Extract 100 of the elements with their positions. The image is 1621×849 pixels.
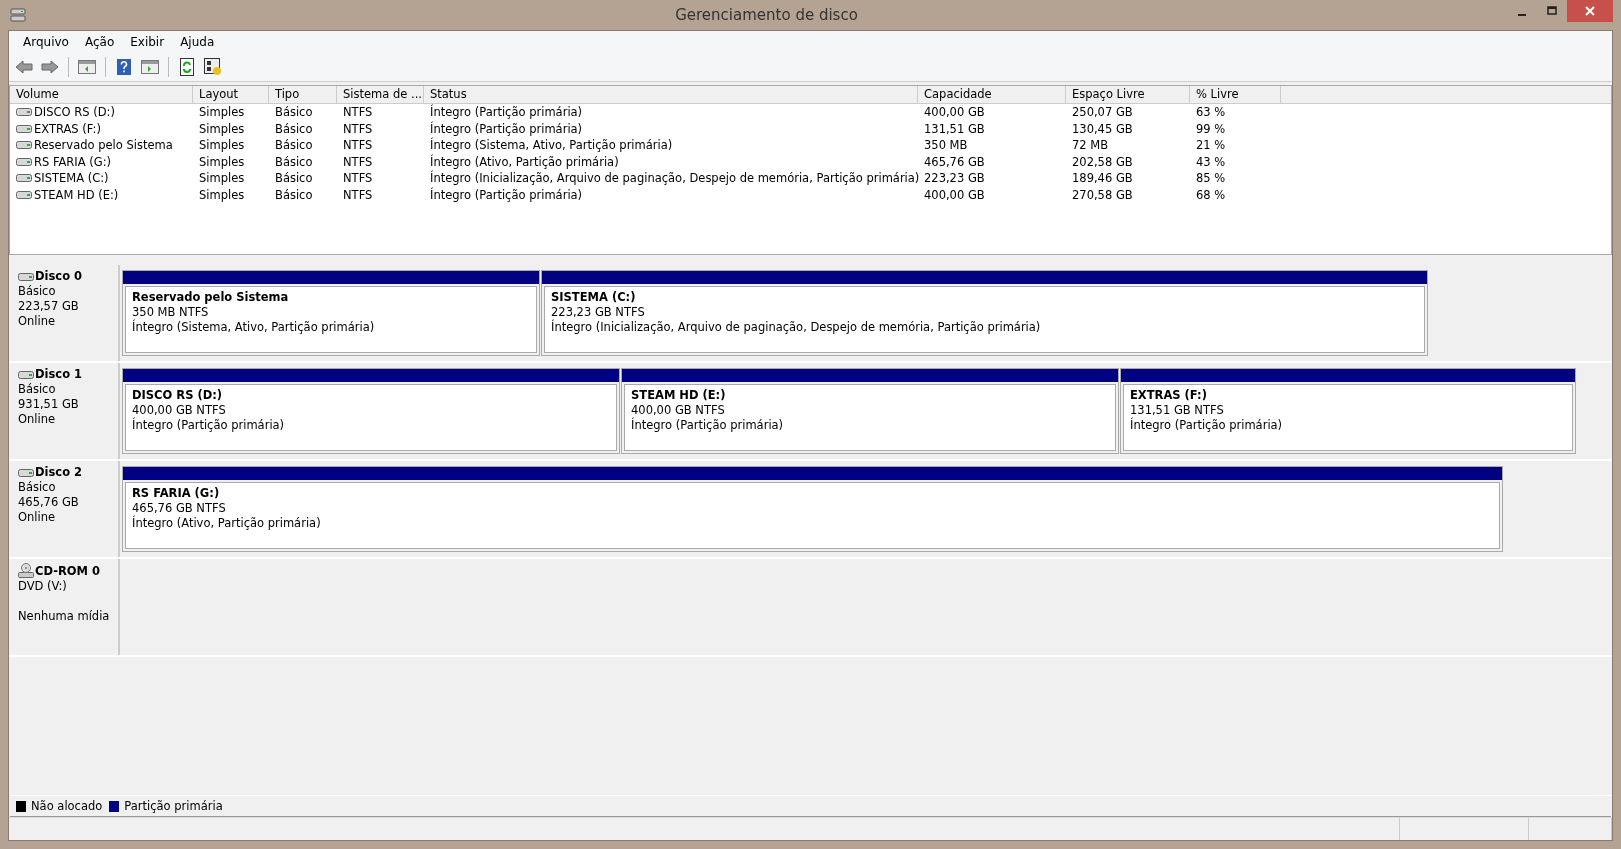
- table-cell-text: 270,58 GB: [1071, 187, 1134, 202]
- disk-name: CD-ROM 0: [35, 563, 101, 579]
- column-header[interactable]: Status: [424, 86, 918, 103]
- column-header[interactable]: Tipo: [269, 86, 337, 103]
- disk-detail: 465,76 GB: [18, 495, 80, 510]
- partition-size: 400,00 GB NTFS: [132, 403, 227, 417]
- properties-button[interactable]: [202, 56, 224, 78]
- partition-size: 350 MB NTFS: [132, 305, 210, 319]
- partition-status: Íntegro (Inicialização, Arquivo de paginação, Despejo de memória, Partição primária): [551, 320, 1042, 335]
- menu-item[interactable]: Ação: [76, 35, 123, 49]
- drive-icon: [16, 107, 32, 118]
- menu-item[interactable]: Exibir: [122, 35, 173, 49]
- partition-block[interactable]: SISTEMA (C:) 223,23 GB NTFS Íntegro (Inicialização, Arquivo de paginação, Despejo de memória, Partição primária): [541, 270, 1428, 356]
- partition-name: SISTEMA (C:): [551, 290, 637, 305]
- column-header[interactable]: % Livre: [1190, 86, 1281, 103]
- disk-management-icon: [10, 7, 26, 23]
- legend-label: Não alocado: [31, 799, 103, 813]
- table-cell-text: 223,23 GB: [923, 171, 986, 186]
- partition-status: Íntegro (Partição primária): [1130, 418, 1284, 433]
- cd-drive-icon: [18, 563, 34, 579]
- table-cell-text: Íntegro (Ativo, Partição primária): [429, 154, 620, 169]
- table-cell: Reservado pelo Sistema: [34, 138, 173, 153]
- column-header[interactable]: Volume: [10, 86, 193, 103]
- table-cell-text: Íntegro (Inicialização, Arquivo de paginação, Despejo de memória, Partição primária): [429, 171, 918, 186]
- table-cell-text: 68 %: [1195, 187, 1227, 202]
- table-cell-text: Íntegro (Partição primária): [429, 121, 584, 136]
- table-cell: STEAM HD (E:): [34, 187, 119, 202]
- column-header[interactable]: Espaço Livre: [1066, 86, 1190, 103]
- drive-icon: [16, 140, 32, 151]
- partition-name: RS FARIA (G:): [132, 486, 221, 501]
- partition-block[interactable]: Reservado pelo Sistema 350 MB NTFS Íntegro (Sistema, Ativo, Partição primária): [122, 270, 540, 356]
- table-cell-text: Simples: [198, 154, 246, 169]
- partition-size: 131,51 GB NTFS: [1130, 403, 1225, 417]
- table-cell-text: NTFS: [342, 171, 374, 186]
- drive-icon: [18, 467, 34, 478]
- drive-icon: [16, 189, 32, 200]
- partition-block[interactable]: STEAM HD (E:) 400,00 GB NTFS Íntegro (Partição primária): [621, 368, 1119, 454]
- table-cell: DISCO RS (D:): [34, 105, 115, 120]
- table-cell-text: 63 %: [1195, 105, 1227, 120]
- table-cell-text: 85 %: [1195, 171, 1227, 186]
- disk-detail: Nenhuma mídia: [18, 609, 111, 624]
- table-cell-text: 189,46 GB: [1071, 171, 1134, 186]
- maximize-icon: [1547, 6, 1557, 16]
- partition-status: Íntegro (Sistema, Ativo, Partição primária): [132, 320, 376, 335]
- disk-detail: Básico: [18, 480, 57, 495]
- table-cell-text: Íntegro (Partição primária): [429, 187, 584, 202]
- minimize-icon: [1518, 14, 1526, 16]
- disk-detail: 223,57 GB: [18, 299, 80, 314]
- table-cell-text: 99 %: [1195, 121, 1227, 136]
- partition-size: 223,23 GB NTFS: [551, 305, 646, 319]
- partition-block[interactable]: EXTRAS (F:) 131,51 GB NTFS Íntegro (Partição primária): [1120, 368, 1576, 454]
- table-cell-text: 400,00 GB: [923, 105, 986, 120]
- column-header[interactable]: Sistema de ...: [337, 86, 424, 103]
- close-icon: [1584, 5, 1596, 17]
- partition-block[interactable]: RS FARIA (G:) 465,76 GB NTFS Íntegro (Ativo, Partição primária): [122, 466, 1503, 552]
- table-cell-text: NTFS: [342, 105, 374, 120]
- menu-item[interactable]: Ajuda: [172, 35, 223, 49]
- partition-size: 400,00 GB NTFS: [631, 403, 726, 417]
- partition-block[interactable]: DISCO RS (D:) 400,00 GB NTFS Íntegro (Partição primária): [122, 368, 620, 454]
- table-cell-text: Simples: [198, 121, 246, 136]
- table-cell-text: 130,45 GB: [1071, 121, 1134, 136]
- table-cell-text: NTFS: [342, 121, 374, 136]
- table-cell-text: Básico: [274, 138, 314, 153]
- column-header[interactable]: Layout: [193, 86, 269, 103]
- table-cell-text: Básico: [274, 171, 314, 186]
- partition-name: Reservado pelo Sistema: [132, 290, 290, 305]
- disk-name: Disco 0: [35, 269, 83, 284]
- table-cell-text: 202,58 GB: [1071, 154, 1134, 169]
- drive-icon: [16, 156, 32, 167]
- table-cell-text: Simples: [198, 105, 246, 120]
- table-cell: RS FARIA (G:): [34, 154, 112, 169]
- table-cell-text: Básico: [274, 105, 314, 120]
- table-cell-text: Simples: [198, 138, 246, 153]
- table-cell: EXTRAS (F:): [34, 121, 101, 136]
- disk-name: Disco 2: [35, 465, 83, 480]
- drive-icon: [18, 369, 34, 380]
- partition-name: DISCO RS (D:): [132, 388, 224, 403]
- disk-detail: Básico: [18, 284, 57, 299]
- table-cell-text: NTFS: [342, 138, 374, 153]
- table-cell-text: 465,76 GB: [923, 154, 986, 169]
- table-cell-text: NTFS: [342, 154, 374, 169]
- partition-status: Íntegro (Ativo, Partição primária): [132, 516, 322, 531]
- partition-size: 465,76 GB NTFS: [132, 501, 227, 515]
- disk-detail: DVD (V:): [18, 579, 68, 594]
- table-cell-text: Íntegro (Sistema, Ativo, Partição primária): [429, 138, 674, 153]
- disk-detail: 931,51 GB: [18, 397, 80, 412]
- table-cell-text: 72 MB: [1071, 138, 1110, 153]
- close-button[interactable]: [1567, 0, 1613, 22]
- drive-icon: [16, 123, 32, 134]
- menu-item[interactable]: Arquivo: [15, 35, 77, 49]
- table-cell-text: 350 MB: [923, 138, 969, 153]
- disk-detail: Online: [18, 314, 57, 329]
- table-cell-text: Simples: [198, 187, 246, 202]
- disk-detail: Online: [18, 412, 57, 427]
- table-cell-text: 131,51 GB: [923, 121, 986, 136]
- table-cell-text: 400,00 GB: [923, 187, 986, 202]
- column-header[interactable]: Capacidade: [918, 86, 1066, 103]
- disk-detail: Online: [18, 510, 57, 525]
- table-cell-text: NTFS: [342, 187, 374, 202]
- table-cell-text: 43 %: [1195, 154, 1227, 169]
